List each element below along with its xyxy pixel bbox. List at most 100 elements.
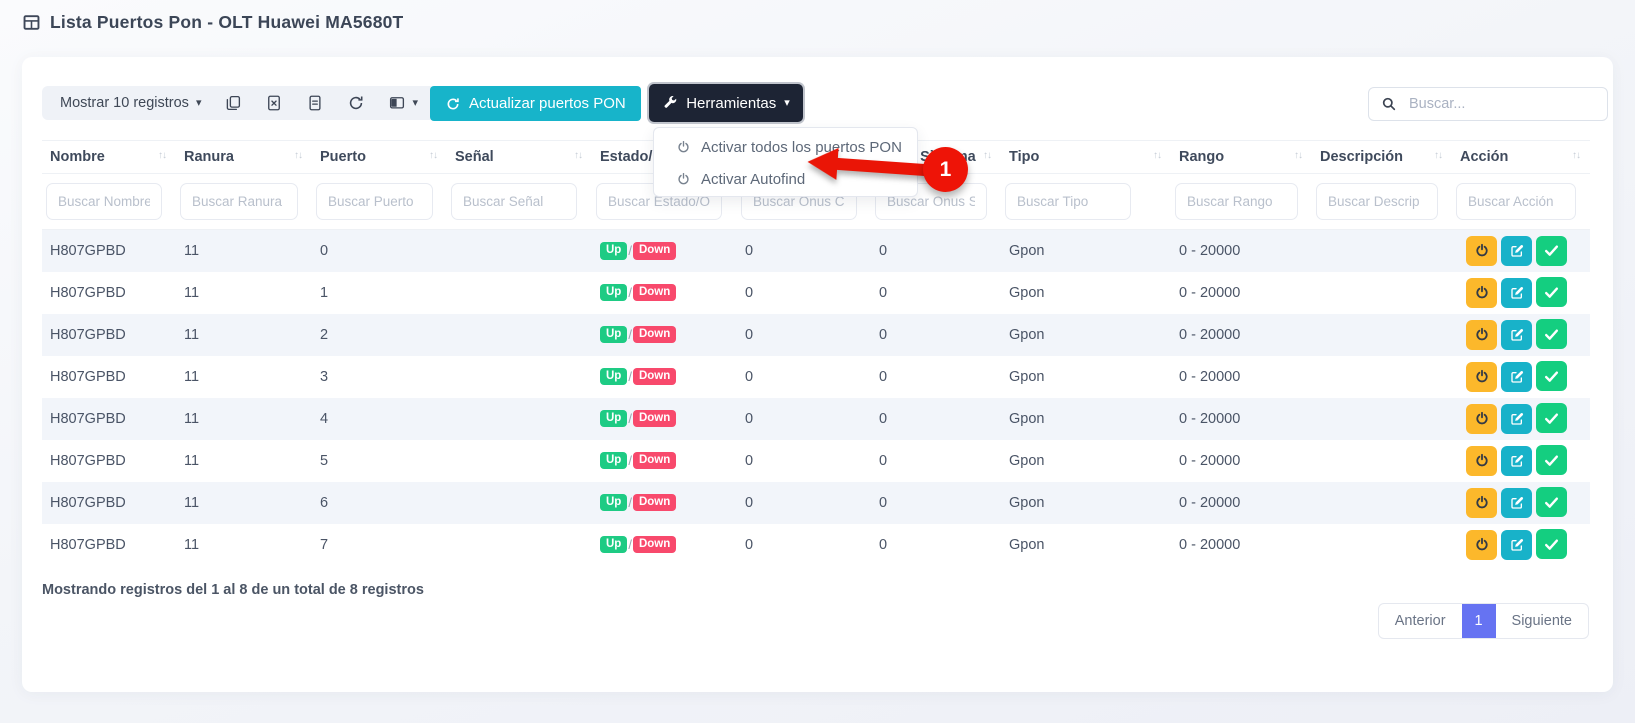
cell-tipo: Gpon [1001, 230, 1171, 272]
cell-nombre: H807GPBD [42, 524, 176, 566]
column-header-accion[interactable]: Acción↑↓ [1452, 141, 1590, 174]
sort-icon[interactable]: ↑↓ [1153, 150, 1161, 161]
edit-button[interactable] [1501, 404, 1532, 434]
edit-button[interactable] [1501, 278, 1532, 308]
toolbar-left-group: Mostrar 10 registros ▾ ▾ [42, 86, 436, 120]
power-toggle-button[interactable] [1466, 446, 1497, 476]
cell-tipo: Gpon [1001, 398, 1171, 440]
sort-icon[interactable]: ↑↓ [429, 150, 437, 161]
sort-icon[interactable]: ↑↓ [1572, 150, 1580, 161]
content-card: Mostrar 10 registros ▾ ▾ Actualizar puer… [22, 57, 1613, 692]
column-header-puerto[interactable]: Puerto↑↓ [312, 141, 447, 174]
column-header-descripcion[interactable]: Descripción↑↓ [1312, 141, 1452, 174]
power-toggle-button[interactable] [1466, 236, 1497, 266]
filter-input-tipo[interactable] [1005, 183, 1131, 220]
update-pon-ports-button[interactable]: Actualizar puertos PON [430, 86, 641, 121]
table-row: H807GPBD117Up/Down00Gpon0 - 20000 [42, 524, 1590, 566]
filter-input-accion[interactable] [1456, 183, 1576, 220]
confirm-button[interactable] [1536, 319, 1567, 349]
filter-input-ranura[interactable] [180, 183, 298, 220]
power-toggle-button[interactable] [1466, 530, 1497, 560]
edit-button[interactable] [1501, 320, 1532, 350]
cell-descripcion [1312, 398, 1452, 440]
power-icon [1474, 285, 1490, 301]
sort-icon[interactable]: ↑↓ [983, 150, 991, 161]
filter-input-senal[interactable] [451, 183, 577, 220]
column-header-rango[interactable]: Rango↑↓ [1171, 141, 1312, 174]
edit-button[interactable] [1501, 488, 1532, 518]
power-toggle-button[interactable] [1466, 320, 1497, 350]
edit-button[interactable] [1501, 446, 1532, 476]
cell-ranura: 11 [176, 230, 312, 272]
edit-icon [1509, 369, 1525, 385]
confirm-button[interactable] [1536, 277, 1567, 307]
status-up-badge: Up [600, 284, 627, 302]
filter-input-nombre[interactable] [46, 183, 162, 220]
pagination-page-1[interactable]: 1 [1462, 604, 1496, 638]
column-header-nombre[interactable]: Nombre↑↓ [42, 141, 176, 174]
power-toggle-button[interactable] [1466, 488, 1497, 518]
confirm-button[interactable] [1536, 361, 1567, 391]
status-down-badge: Down [633, 284, 676, 302]
columns-visibility-button[interactable]: ▾ [388, 94, 418, 112]
filter-input-rango[interactable] [1175, 183, 1298, 220]
check-icon [1543, 326, 1560, 343]
pagination-previous[interactable]: Anterior [1379, 604, 1462, 638]
column-header-ranura[interactable]: Ranura↑↓ [176, 141, 312, 174]
badge-separator: / [628, 327, 632, 342]
cell-senal [447, 356, 592, 398]
cell-onus-s: 0 [871, 524, 1001, 566]
sort-icon[interactable]: ↑↓ [1434, 150, 1442, 161]
confirm-button[interactable] [1536, 236, 1567, 266]
export-excel-icon[interactable] [265, 94, 283, 112]
edit-button[interactable] [1501, 530, 1532, 560]
search-input[interactable] [1409, 96, 1595, 112]
export-file-icon[interactable] [306, 94, 324, 112]
cell-onus-c: 0 [737, 272, 871, 314]
cell-ranura: 11 [176, 398, 312, 440]
edit-icon [1509, 285, 1525, 301]
cell-descripcion [1312, 482, 1452, 524]
power-icon [1474, 369, 1490, 385]
cell-puerto: 5 [312, 440, 447, 482]
edit-icon [1509, 327, 1525, 343]
badge-separator: / [628, 537, 632, 552]
column-header-senal[interactable]: Señal↑↓ [447, 141, 592, 174]
confirm-button[interactable] [1536, 403, 1567, 433]
cell-estado: Up/Down [592, 314, 737, 356]
cell-accion [1452, 356, 1590, 398]
sort-icon[interactable]: ↑↓ [1294, 150, 1302, 161]
filter-input-puerto[interactable] [316, 183, 433, 220]
sort-icon[interactable]: ↑↓ [158, 150, 166, 161]
filter-input-descripcion[interactable] [1316, 183, 1438, 220]
pagination-next[interactable]: Siguiente [1496, 604, 1588, 638]
cell-ranura: 11 [176, 440, 312, 482]
cell-senal [447, 314, 592, 356]
power-toggle-button[interactable] [1466, 278, 1497, 308]
records-summary: Mostrando registros del 1 al 8 de un tot… [42, 582, 424, 598]
tools-dropdown-button[interactable]: Herramientas ▾ [649, 84, 803, 122]
sort-icon[interactable]: ↑↓ [294, 150, 302, 161]
cell-onus-c: 0 [737, 356, 871, 398]
confirm-button[interactable] [1536, 487, 1567, 517]
edit-button[interactable] [1501, 362, 1532, 392]
records-per-page-selector[interactable]: Mostrar 10 registros ▾ [60, 95, 201, 111]
power-icon [1474, 453, 1490, 469]
edit-button[interactable] [1501, 236, 1532, 266]
copy-icon[interactable] [224, 94, 242, 112]
check-icon [1543, 284, 1560, 301]
confirm-button[interactable] [1536, 445, 1567, 475]
column-header-tipo[interactable]: Tipo↑↓ [1001, 141, 1171, 174]
cell-tipo: Gpon [1001, 272, 1171, 314]
power-toggle-button[interactable] [1466, 404, 1497, 434]
cell-estado: Up/Down [592, 398, 737, 440]
power-toggle-button[interactable] [1466, 362, 1497, 392]
sort-icon[interactable]: ↑↓ [574, 150, 582, 161]
power-icon [676, 140, 691, 155]
cell-nombre: H807GPBD [42, 440, 176, 482]
badge-separator: / [628, 369, 632, 384]
confirm-button[interactable] [1536, 529, 1567, 559]
refresh-icon[interactable] [347, 94, 365, 112]
cell-onus-s: 0 [871, 230, 1001, 272]
cell-onus-c: 0 [737, 482, 871, 524]
